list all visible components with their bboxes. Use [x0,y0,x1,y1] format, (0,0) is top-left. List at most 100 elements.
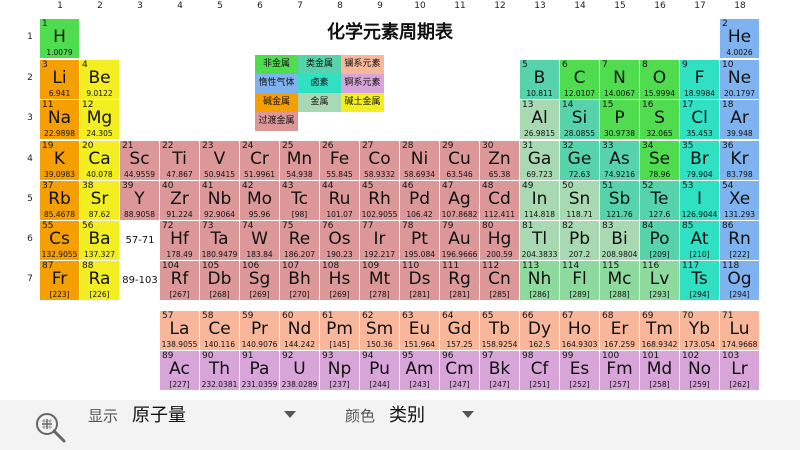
element-cell-cr[interactable]: 24 Cr 51.9961 [240,141,279,180]
element-cell-np[interactable]: 93 Np [237] [320,351,359,390]
element-cell-ge[interactable]: 32 Ge 72.63 [560,141,599,180]
legend-alkali[interactable]: 碱金属 [255,93,298,112]
element-cell-be[interactable]: 4 Be 9.0122 [80,60,119,99]
element-cell-mt[interactable]: 109 Mt [278] [360,261,399,300]
element-cell-nd[interactable]: 60 Nd 144.242 [280,311,319,350]
element-cell-li[interactable]: 3 Li 6.941 [40,60,79,99]
element-cell-zr[interactable]: 40 Zr 91.224 [160,181,199,220]
element-cell-n[interactable]: 7 N 14.0067 [600,60,639,99]
element-cell-cu[interactable]: 29 Cu 63.546 [440,141,479,180]
element-cell-lu[interactable]: 71 Lu 174.9668 [720,311,759,350]
legend-lanthanide[interactable]: 镧系元素 [341,55,384,74]
element-cell-fl[interactable]: 114 Fl [289] [560,261,599,300]
element-cell-ni[interactable]: 28 Ni 58.6934 [400,141,439,180]
element-cell-fe[interactable]: 26 Fe 55.845 [320,141,359,180]
element-cell-au[interactable]: 79 Au 196.9666 [440,221,479,260]
element-cell-ag[interactable]: 47 Ag 107.8682 [440,181,479,220]
element-cell-rg[interactable]: 111 Rg [281] [440,261,479,300]
element-cell-as[interactable]: 33 As 74.9216 [600,141,639,180]
element-cell-na[interactable]: 11 Na 22.9898 [40,100,79,139]
element-cell-pd[interactable]: 46 Pd 106.42 [400,181,439,220]
element-cell-f[interactable]: 9 F 18.9984 [680,60,719,99]
element-cell-pr[interactable]: 59 Pr 140.9076 [240,311,279,350]
color-select[interactable]: 类别 [389,400,425,450]
element-cell-nh[interactable]: 113 Nh [286] [520,261,559,300]
element-cell-am[interactable]: 95 Am [243] [400,351,439,390]
element-cell-ac[interactable]: 89 Ac [227] [160,351,199,390]
element-cell-gd[interactable]: 64 Gd 157.25 [440,311,479,350]
element-cell-pt[interactable]: 78 Pt 195.084 [400,221,439,260]
element-cell-c[interactable]: 6 C 12.0107 [560,60,599,99]
element-cell-tc[interactable]: 43 Tc [98] [280,181,319,220]
element-cell-dy[interactable]: 66 Dy 162.5 [520,311,559,350]
element-cell-eu[interactable]: 63 Eu 151.964 [400,311,439,350]
element-cell-mc[interactable]: 115 Mc [288] [600,261,639,300]
element-cell-og[interactable]: 118 Og [294] [720,261,759,300]
element-cell-er[interactable]: 68 Er 167.259 [600,311,639,350]
element-cell-sg[interactable]: 106 Sg [269] [240,261,279,300]
element-cell-db[interactable]: 105 Db [268] [200,261,239,300]
element-cell-sn[interactable]: 50 Sn 118.71 [560,181,599,220]
element-cell-y[interactable]: 39 Y 88.9058 [120,181,159,220]
element-cell-kr[interactable]: 36 Kr 83.798 [720,141,759,180]
element-cell-re[interactable]: 75 Re 186.207 [280,221,319,260]
element-cell-hf[interactable]: 72 Hf 178.49 [160,221,199,260]
element-cell-tb[interactable]: 65 Tb 158.9254 [480,311,519,350]
element-cell-cm[interactable]: 96 Cm [247] [440,351,479,390]
element-cell-co[interactable]: 27 Co 58.9332 [360,141,399,180]
element-cell-no[interactable]: 102 No [259] [680,351,719,390]
element-cell-te[interactable]: 52 Te 127.6 [640,181,679,220]
element-cell-rf[interactable]: 104 Rf [267] [160,261,199,300]
element-cell-br[interactable]: 35 Br 79.904 [680,141,719,180]
element-cell-yb[interactable]: 70 Yb 173.054 [680,311,719,350]
element-cell-ne[interactable]: 10 Ne 20.1797 [720,60,759,99]
dropdown-arrow-icon[interactable] [284,411,296,418]
element-cell-th[interactable]: 90 Th 232.0381 [200,351,239,390]
element-cell-sb[interactable]: 51 Sb 121.76 [600,181,639,220]
element-cell-ir[interactable]: 77 Ir 192.217 [360,221,399,260]
element-cell-md[interactable]: 101 Md [258] [640,351,679,390]
element-cell-ce[interactable]: 58 Ce 140.116 [200,311,239,350]
legend-post_transition[interactable]: 金属 [298,93,341,112]
element-cell-at[interactable]: 85 At [210] [680,221,719,260]
legend-actinide[interactable]: 锕系元素 [341,74,384,93]
legend-transition[interactable]: 过渡金属 [255,112,298,131]
element-cell-pm[interactable]: 61 Pm [145] [320,311,359,350]
element-cell-ta[interactable]: 73 Ta 180.9479 [200,221,239,260]
element-cell-in[interactable]: 49 In 114.818 [520,181,559,220]
element-cell-ar[interactable]: 18 Ar 39.948 [720,100,759,139]
element-cell-os[interactable]: 76 Os 190.23 [320,221,359,260]
element-cell-v[interactable]: 23 V 50.9415 [200,141,239,180]
element-cell-zn[interactable]: 30 Zn 65.38 [480,141,519,180]
element-cell-rb[interactable]: 37 Rb 85.4678 [40,181,79,220]
element-cell-mg[interactable]: 12 Mg 24.305 [80,100,119,139]
dropdown-arrow-icon[interactable] [462,411,474,418]
element-cell-tl[interactable]: 81 Tl 204.3833 [520,221,559,260]
element-cell-rh[interactable]: 45 Rh 102.9055 [360,181,399,220]
element-cell-fm[interactable]: 100 Fm [257] [600,351,639,390]
element-cell-ti[interactable]: 22 Ti 47.867 [160,141,199,180]
element-cell-k[interactable]: 19 K 39.0983 [40,141,79,180]
display-select[interactable]: 原子量 [132,400,186,450]
legend-alkaline[interactable]: 碱土金属 [341,93,384,112]
element-cell-cd[interactable]: 48 Cd 112.411 [480,181,519,220]
element-cell-la[interactable]: 57 La 138.9055 [160,311,199,350]
element-cell-h[interactable]: 1 H 1.0079 [40,19,79,58]
element-cell-sc[interactable]: 21 Sc 44.9559 [120,141,159,180]
element-cell-bi[interactable]: 83 Bi 208.9804 [600,221,639,260]
element-cell-cl[interactable]: 17 Cl 35.453 [680,100,719,139]
element-cell-w[interactable]: 74 W 183.84 [240,221,279,260]
element-cell-ca[interactable]: 20 Ca 40.078 [80,141,119,180]
element-cell-es[interactable]: 99 Es [252] [560,351,599,390]
element-cell-o[interactable]: 8 O 15.9994 [640,60,679,99]
element-cell-ba[interactable]: 56 Ba 137.327 [80,221,119,260]
element-cell-p[interactable]: 15 P 30.9738 [600,100,639,139]
element-cell-ru[interactable]: 44 Ru 101.07 [320,181,359,220]
element-cell-pa[interactable]: 91 Pa 231.0359 [240,351,279,390]
element-cell-cs[interactable]: 55 Cs 132.9055 [40,221,79,260]
legend-halogen[interactable]: 卤素 [298,74,341,93]
element-cell-pu[interactable]: 94 Pu [244] [360,351,399,390]
element-cell-tm[interactable]: 69 Tm 168.9342 [640,311,679,350]
element-cell-s[interactable]: 16 S 32.065 [640,100,679,139]
element-cell-po[interactable]: 84 Po [209] [640,221,679,260]
